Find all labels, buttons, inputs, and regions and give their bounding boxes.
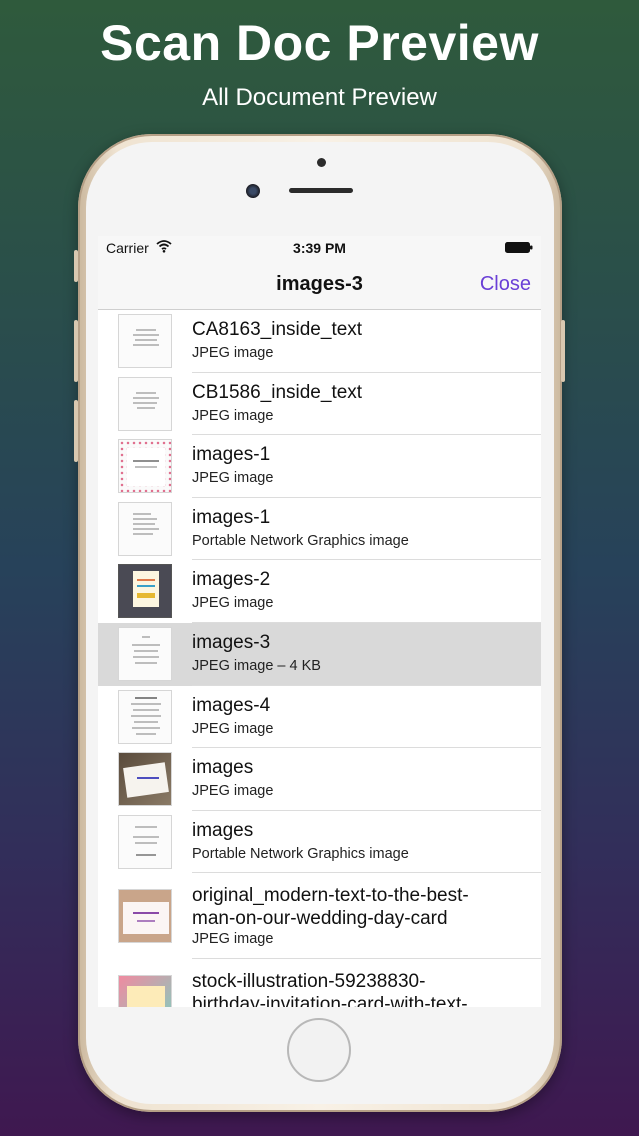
file-thumbnail	[118, 501, 172, 556]
front-camera-icon	[246, 184, 260, 198]
file-type: JPEG image	[192, 931, 274, 948]
file-row[interactable]: images JPEG image	[98, 748, 541, 811]
volume-up-button	[74, 320, 78, 382]
file-thumbnail	[118, 626, 172, 681]
file-row[interactable]: images-1 Portable Network Graphics image	[98, 497, 541, 561]
navigation-bar: images-3 Close	[98, 258, 541, 310]
battery-icon	[505, 242, 533, 253]
file-row[interactable]: images Portable Network Graphics image	[98, 810, 541, 874]
file-row[interactable]: CA8163_inside_text JPEG image	[98, 310, 541, 373]
file-thumbnail	[118, 314, 172, 368]
home-button[interactable]	[287, 1018, 351, 1082]
status-time: 3:39 PM	[293, 240, 346, 256]
file-thumbnail	[118, 564, 172, 619]
nav-title: images-3	[276, 273, 363, 295]
file-list: CA8163_inside_text JPEG image CB1586_ins…	[98, 310, 541, 1007]
file-name: images-1	[192, 506, 271, 528]
file-type: Portable Network Graphics image	[192, 532, 409, 549]
file-name: images	[192, 757, 254, 779]
file-type: JPEG image – 4 KB	[192, 657, 321, 674]
proximity-sensor	[317, 158, 326, 167]
file-thumbnail	[118, 814, 172, 869]
file-name: CB1586_inside_text	[192, 381, 363, 403]
file-row[interactable]: images-2 JPEG image	[98, 560, 541, 623]
power-button	[561, 320, 565, 382]
file-type: JPEG image	[192, 720, 274, 737]
file-thumbnail	[118, 439, 172, 494]
file-type: JPEG image	[192, 345, 274, 361]
phone-screen: Carrier 3:39 PM images-3 Close CA8163_in…	[98, 236, 541, 1007]
file-thumbnail	[118, 752, 172, 807]
file-thumbnail	[118, 689, 172, 744]
file-thumbnail	[118, 376, 172, 431]
file-name: CA8163_inside_text	[192, 319, 363, 340]
file-type: Portable Network Graphics image	[192, 845, 409, 862]
file-name: images	[192, 819, 254, 841]
file-name: stock-illustration-59238830- birthday-in…	[192, 971, 468, 1007]
file-thumbnail	[118, 975, 172, 1007]
file-type: JPEG image	[192, 470, 274, 487]
file-type: JPEG image	[192, 595, 274, 612]
file-name: images-1	[192, 444, 271, 466]
file-thumbnail	[118, 889, 172, 944]
file-row[interactable]: images-4 JPEG image	[98, 685, 541, 749]
volume-down-button	[74, 400, 78, 462]
earpiece-speaker	[289, 188, 353, 193]
file-type: JPEG image	[192, 407, 274, 424]
file-row[interactable]: stock-illustration-59238830- birthday-in…	[98, 959, 541, 1007]
file-name: original_modern-text-to-the-best- man-on…	[192, 885, 469, 930]
file-row-selected[interactable]: images-3 JPEG image – 4 KB	[98, 622, 541, 686]
file-row[interactable]: images-1 JPEG image	[98, 435, 541, 498]
file-name: images-4	[192, 694, 271, 716]
file-row[interactable]: original_modern-text-to-the-best- man-on…	[98, 873, 541, 960]
promo-title: Scan Doc Preview	[100, 15, 539, 71]
file-type: JPEG image	[192, 783, 274, 800]
close-button[interactable]: Close	[480, 273, 531, 296]
file-row[interactable]: CB1586_inside_text JPEG image	[98, 372, 541, 436]
file-name: images-2	[192, 569, 271, 591]
mute-switch	[74, 250, 78, 282]
promo-subtitle: All Document Preview	[202, 84, 437, 111]
file-name: images-3	[192, 631, 271, 653]
status-bar: Carrier 3:39 PM	[98, 236, 541, 258]
